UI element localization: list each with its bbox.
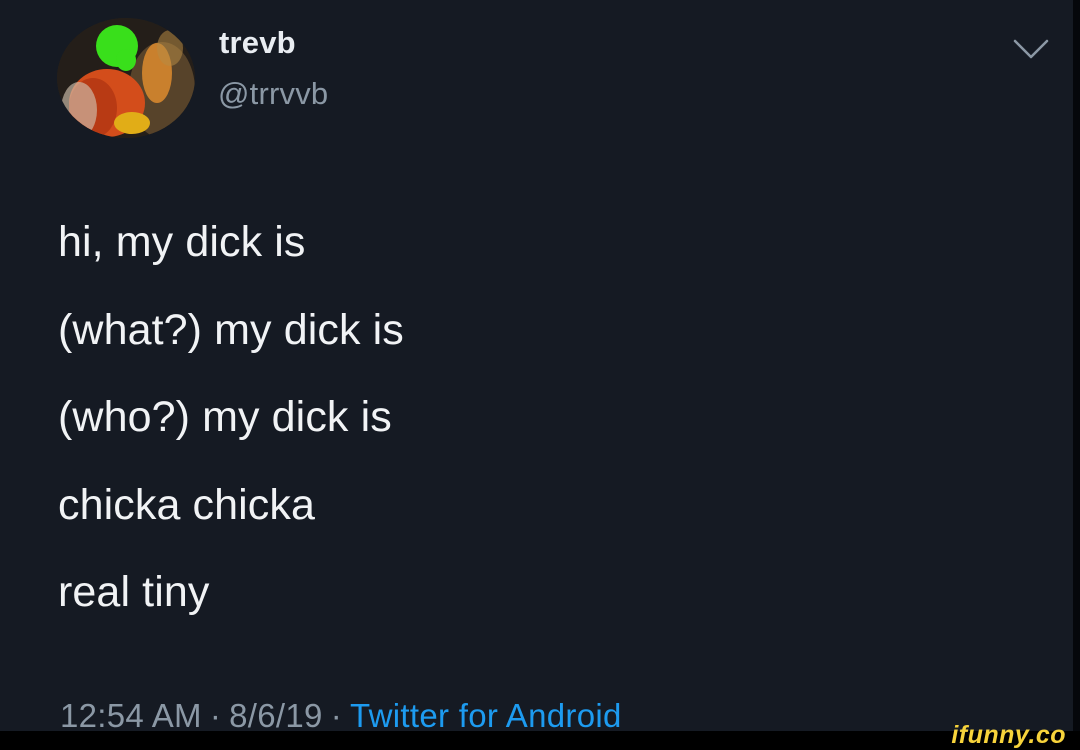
image-edge-border	[1073, 0, 1080, 731]
tweet-source-link[interactable]: Twitter for Android	[350, 697, 622, 734]
tweet-time[interactable]: 12:54 AM	[60, 697, 202, 734]
meta-separator: ·	[330, 697, 342, 734]
avatar[interactable]	[57, 18, 195, 138]
screenshot-page: trevb @trrvvb hi, my dick is (what?) my …	[0, 0, 1080, 750]
chevron-down-icon[interactable]	[1013, 38, 1049, 60]
ifunny-watermark: ifunny.co	[951, 721, 1066, 749]
display-name[interactable]: trevb	[219, 25, 296, 61]
tweet-metadata: 12:54 AM · 8/6/19 · Twitter for Android	[60, 697, 622, 735]
tweet-line: real tiny	[58, 568, 210, 616]
tweet-line: (who?) my dick is	[58, 393, 392, 441]
meta-separator: ·	[209, 697, 222, 734]
tweet-line: chicka chicka	[58, 480, 316, 529]
tweet-text: hi, my dick is (what?) my dick is (who?)…	[58, 220, 858, 658]
tweet-card: trevb @trrvvb hi, my dick is (what?) my …	[0, 0, 1073, 734]
tweet-date[interactable]: 8/6/19	[229, 697, 323, 734]
user-handle[interactable]: @trrvvb	[218, 76, 328, 112]
watermark-bar	[0, 731, 1080, 750]
avatar-photo	[57, 18, 195, 138]
tweet-line: hi, my dick is	[58, 218, 306, 266]
tweet-line: (what?) my dick is	[58, 305, 404, 354]
